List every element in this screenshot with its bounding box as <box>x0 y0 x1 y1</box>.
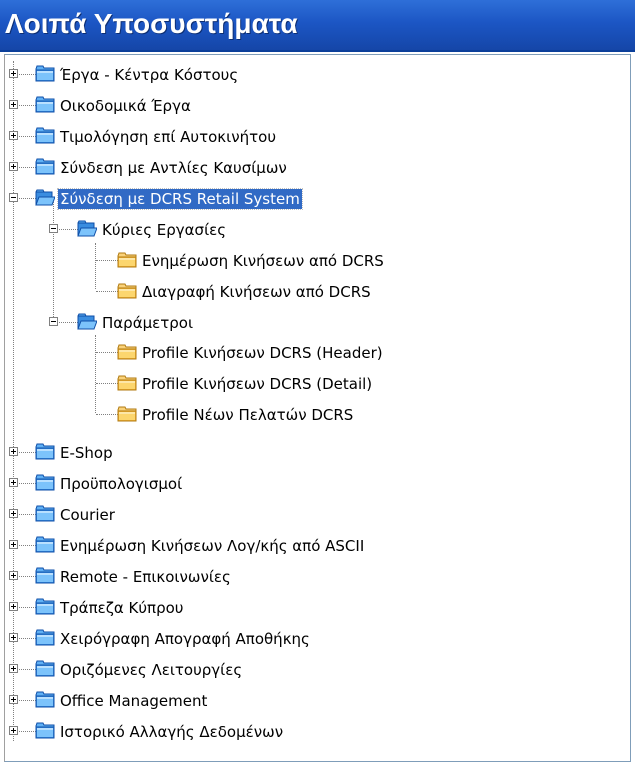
yellow-folder-icon <box>117 404 137 424</box>
expand-plus-icon[interactable] <box>9 540 18 549</box>
tree-item-label: Office Management <box>60 692 208 710</box>
tree-item-profile-header[interactable]: Profile Κινήσεων DCRS (Header) <box>5 337 625 368</box>
tree-item-label: Remote - Επικοινωνίες <box>60 568 231 586</box>
expand-plus-icon[interactable] <box>9 509 18 518</box>
tree-item-kyries-ergasies[interactable]: Κύριες Εργασίες <box>5 214 625 245</box>
tree-item-profile-detail[interactable]: Profile Κινήσεων DCRS (Detail) <box>5 368 625 399</box>
tree-item-trapeza-kyprou[interactable]: Τράπεζα Κύπρου <box>5 592 625 623</box>
tree-item-label-selected: Σύνδεση με DCRS Retail System <box>57 188 303 210</box>
folder-closed-icon <box>35 126 55 146</box>
collapse-minus-icon[interactable] <box>9 193 18 202</box>
yellow-folder-icon <box>117 250 137 270</box>
tree-item-istoriko-allagis[interactable]: Ιστορικό Αλλαγής Δεδομένων <box>5 716 625 747</box>
tree-item-label: Παράμετροι <box>102 314 194 332</box>
folder-closed-icon <box>35 597 55 617</box>
folder-closed-icon <box>35 628 55 648</box>
tree-item-orizomenes-leitourgies[interactable]: Οριζόμενες Λειτουργίες <box>5 654 625 685</box>
folder-closed-icon <box>35 504 55 524</box>
folder-closed-icon <box>35 157 55 177</box>
folder-open-icon <box>77 312 97 332</box>
tree-item-e-shop[interactable]: E-Shop <box>5 437 625 468</box>
folder-closed-icon <box>35 473 55 493</box>
folder-open-icon <box>77 219 97 239</box>
yellow-folder-icon <box>117 373 137 393</box>
tree-item-label: Έργα - Κέντρα Κόστους <box>60 66 239 84</box>
tree-item-parametroi[interactable]: Παράμετροι <box>5 307 625 338</box>
tree-item-label: Τράπεζα Κύπρου <box>60 599 184 617</box>
folder-closed-icon <box>35 690 55 710</box>
tree-item-label: Profile Νέων Πελατών DCRS <box>142 406 354 424</box>
expand-plus-icon[interactable] <box>9 664 18 673</box>
tree-item-label: Οριζόμενες Λειτουργίες <box>60 661 243 679</box>
tree-item-office-management[interactable]: Office Management <box>5 685 625 716</box>
tree-item-label: Οικοδομικά Έργα <box>60 97 191 115</box>
expand-plus-icon[interactable] <box>9 633 18 642</box>
yellow-folder-icon <box>117 342 137 362</box>
tree-item-dcrs-retail-system[interactable]: Σύνδεση με DCRS Retail System <box>5 183 625 214</box>
folder-closed-icon <box>35 64 55 84</box>
tree-item-timologisi-autokinitou[interactable]: Τιμολόγηση επί Αυτοκινήτου <box>5 121 625 152</box>
tree-item-label: Κύριες Εργασίες <box>102 221 227 239</box>
tree-item-label: Ενημέρωση Κινήσεων Λογ/κής από ASCII <box>60 537 365 555</box>
tree-item-label: Σύνδεση με Αντλίες Καυσίμων <box>60 159 287 177</box>
tree-item-enimerosi-ascii[interactable]: Ενημέρωση Κινήσεων Λογ/κής από ASCII <box>5 530 625 561</box>
expand-plus-icon[interactable] <box>9 602 18 611</box>
tree-item-diagrafi-kiniseon-dcrs[interactable]: Διαγραφή Κινήσεων από DCRS <box>5 276 625 307</box>
folder-closed-icon <box>35 566 55 586</box>
tree-item-remote-epikoinonies[interactable]: Remote - Επικοινωνίες <box>5 561 625 592</box>
expand-plus-icon[interactable] <box>9 571 18 580</box>
tree-item-label: E-Shop <box>60 444 113 462</box>
folder-closed-icon <box>35 721 55 741</box>
window-titlebar: Λοιπά Υποσυστήματα <box>0 0 635 52</box>
tree-item-label: Courier <box>60 506 115 524</box>
folder-closed-icon <box>35 659 55 679</box>
expand-plus-icon[interactable] <box>9 100 18 109</box>
folder-closed-icon <box>35 442 55 462</box>
tree-item-profile-neon-pelaton[interactable]: Profile Νέων Πελατών DCRS <box>5 399 625 430</box>
tree-item-label: Τιμολόγηση επί Αυτοκινήτου <box>60 128 276 146</box>
subsystems-window: Λοιπά Υποσυστήματα Έργα - Κέντρα Κόστους… <box>0 0 635 767</box>
expand-plus-icon[interactable] <box>9 726 18 735</box>
collapse-minus-icon[interactable] <box>49 224 58 233</box>
tree-item-label: Διαγραφή Κινήσεων από DCRS <box>142 283 371 301</box>
expand-plus-icon[interactable] <box>9 162 18 171</box>
tree-item-label: Ενημέρωση Κινήσεων από DCRS <box>142 252 384 270</box>
tree-item-label: Προϋπολογισμοί <box>60 475 183 493</box>
window-title: Λοιπά Υποσυστήματα <box>5 8 298 39</box>
expand-plus-icon[interactable] <box>9 131 18 140</box>
expand-plus-icon[interactable] <box>9 695 18 704</box>
tree-item-enimerosi-kiniseon-dcrs[interactable]: Ενημέρωση Κινήσεων από DCRS <box>5 245 625 276</box>
expand-plus-icon[interactable] <box>9 478 18 487</box>
tree-item-courier[interactable]: Courier <box>5 499 625 530</box>
tree-item-oikodomika-erga[interactable]: Οικοδομικά Έργα <box>5 90 625 121</box>
tree-item-erga-kentra-kostous[interactable]: Έργα - Κέντρα Κόστους <box>5 59 625 90</box>
tree-item-label: Χειρόγραφη Απογραφή Αποθήκης <box>60 630 310 648</box>
subsystems-tree[interactable]: Έργα - Κέντρα Κόστους Οικοδομικά Έργα Τι… <box>4 54 631 762</box>
collapse-minus-icon[interactable] <box>49 317 58 326</box>
folder-closed-icon <box>35 95 55 115</box>
folder-closed-icon <box>35 535 55 555</box>
yellow-folder-icon <box>117 281 137 301</box>
folder-open-icon <box>35 188 55 208</box>
tree-item-label: Profile Κινήσεων DCRS (Detail) <box>142 375 373 393</box>
tree-item-label: Profile Κινήσεων DCRS (Header) <box>142 344 383 362</box>
tree-item-label: Ιστορικό Αλλαγής Δεδομένων <box>60 723 284 741</box>
expand-plus-icon[interactable] <box>9 447 18 456</box>
expand-plus-icon[interactable] <box>9 69 18 78</box>
tree-item-proypologismoi[interactable]: Προϋπολογισμοί <box>5 468 625 499</box>
tree-item-xeirografi-apografi[interactable]: Χειρόγραφη Απογραφή Αποθήκης <box>5 623 625 654</box>
tree-item-antlies-kausimon[interactable]: Σύνδεση με Αντλίες Καυσίμων <box>5 152 625 183</box>
